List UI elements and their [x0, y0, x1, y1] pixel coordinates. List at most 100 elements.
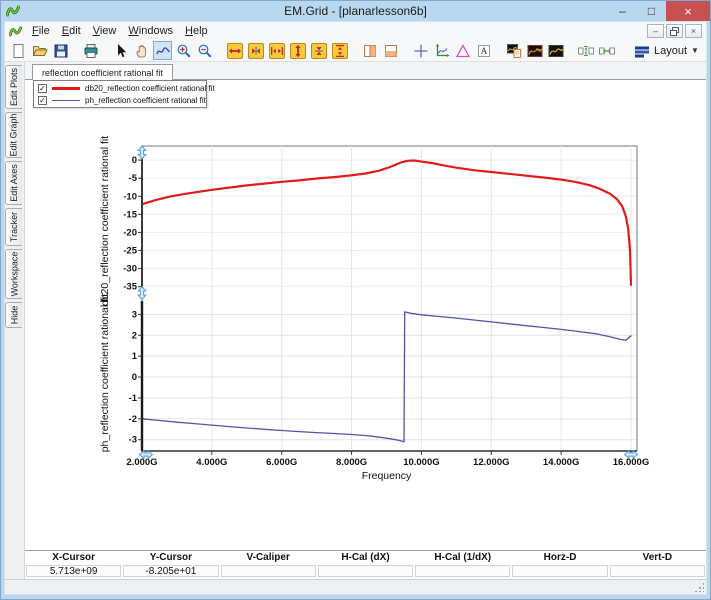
status-value [512, 565, 607, 577]
status-value: 5.713e+09 [26, 565, 121, 577]
svg-text:12.000G: 12.000G [473, 457, 509, 468]
save-icon[interactable] [51, 41, 70, 60]
new-document-icon[interactable] [9, 41, 28, 60]
menu-view[interactable]: View [87, 23, 123, 39]
layout-caret-icon: ▼ [691, 46, 699, 55]
app-window: EM.Grid - [planarlesson6b] – □ × FileEdi… [0, 0, 711, 600]
pointer-icon[interactable] [111, 41, 130, 60]
mdi-close-button[interactable]: × [685, 24, 702, 38]
horizontal-spacing-icon[interactable] [597, 41, 616, 60]
window-minimize-button[interactable]: – [608, 1, 637, 21]
status-header: Horz-D [511, 551, 608, 564]
svg-text:4.000G: 4.000G [196, 457, 227, 468]
document-logo-icon [9, 25, 22, 38]
legend-checkbox[interactable]: ✓ [38, 96, 47, 105]
svg-text:10.000G: 10.000G [403, 457, 439, 468]
mdi-minimize-button[interactable]: – [647, 24, 664, 38]
zoom-in-icon[interactable] [174, 41, 193, 60]
sidebar-tab-edit-plots[interactable]: Edit Plots [5, 65, 22, 109]
layout-bars-icon [634, 43, 650, 59]
cursor-readout-table: X-CursorY-CursorV-CaliperH-Cal (dX)H-Cal… [25, 550, 706, 579]
svg-text:-5: -5 [129, 173, 138, 184]
vertical-spacing-icon[interactable] [576, 41, 595, 60]
svg-text:3: 3 [132, 309, 137, 320]
sidebar-tab-hide[interactable]: Hide [5, 302, 22, 328]
copy-plot-icon[interactable] [504, 41, 523, 60]
legend-box[interactable]: ✓db20_reflection coefficient rational fi… [33, 80, 207, 108]
open-file-icon[interactable] [30, 41, 49, 60]
resize-grip[interactable] [694, 582, 704, 592]
menu-help[interactable]: Help [179, 23, 214, 39]
status-header: Vert-D [609, 551, 706, 564]
sidebar-tab-edit-graph[interactable]: Edit Graph [5, 112, 22, 158]
sidebar: Edit Plots Edit Graph Edit Axes Tracker Work… [5, 62, 24, 579]
pan-hand-icon[interactable] [132, 41, 151, 60]
vertical-split-icon[interactable] [360, 41, 379, 60]
document-tab[interactable]: reflection coefficient rational fit [32, 64, 173, 80]
plot-single-icon[interactable] [546, 41, 565, 60]
status-value [610, 565, 705, 577]
status-strip [5, 579, 706, 594]
text-label-icon[interactable]: A [474, 41, 493, 60]
horizontal-split-icon[interactable] [381, 41, 400, 60]
menu-bar: FileEditViewWindowsHelp – × [5, 22, 706, 40]
crosshair-icon[interactable] [411, 41, 430, 60]
legend-label: db20_reflection coefficient rational fit [85, 84, 215, 93]
legend-line-sample [52, 87, 80, 90]
axes-icon[interactable] [432, 41, 451, 60]
svg-text:-15: -15 [123, 209, 137, 220]
delta-marker-icon[interactable] [453, 41, 472, 60]
svg-text:0: 0 [132, 372, 137, 383]
sidebar-tab-tracker[interactable]: Tracker [5, 208, 22, 246]
shrink-x-icon[interactable] [246, 41, 265, 60]
svg-text:-3: -3 [129, 435, 137, 446]
sidebar-tab-edit-axes[interactable]: Edit Axes [5, 161, 22, 205]
zoom-region-icon[interactable] [153, 41, 172, 60]
window-close-button[interactable]: × [666, 1, 710, 21]
window-title: EM.Grid - [planarlesson6b] [1, 4, 710, 18]
sidebar-tab-workspace[interactable]: Workspace [5, 249, 22, 299]
svg-text:8.000G: 8.000G [336, 457, 367, 468]
app-body: FileEditViewWindowsHelp – × A Layout ▼ Ed… [4, 21, 707, 595]
shrink-y-icon[interactable] [309, 41, 328, 60]
expand-y-icon[interactable] [288, 41, 307, 60]
toolbar: A Layout ▼ [5, 40, 706, 62]
menu-file[interactable]: File [26, 23, 56, 39]
document-tab-bar: reflection coefficient rational fit [25, 62, 706, 80]
svg-text:0: 0 [132, 155, 137, 166]
menu-windows[interactable]: Windows [122, 23, 179, 39]
status-value [221, 565, 316, 577]
window-maximize-button[interactable]: □ [637, 1, 666, 21]
zoom-out-icon[interactable] [195, 41, 214, 60]
svg-text:14.000G: 14.000G [543, 457, 579, 468]
status-value: -8.205e+01 [123, 565, 218, 577]
status-value [415, 565, 510, 577]
layout-button[interactable]: Layout ▼ [629, 42, 704, 60]
emgrid-logo-icon [6, 4, 20, 18]
svg-text:1: 1 [132, 351, 138, 362]
legend-checkbox[interactable]: ✓ [38, 84, 47, 93]
svg-text:2: 2 [132, 330, 137, 341]
svg-text:-20: -20 [123, 227, 137, 238]
fit-y-icon[interactable] [330, 41, 349, 60]
svg-text:16.000G: 16.000G [613, 457, 649, 468]
svg-text:-1: -1 [129, 393, 138, 404]
ph-axis-title: ph_reflection coefficient rational fit [99, 294, 111, 453]
mdi-restore-button[interactable] [666, 24, 683, 38]
expand-x-icon[interactable] [225, 41, 244, 60]
content-panel: reflection coefficient rational fit 0 -5 -… [24, 62, 706, 579]
layout-button-label: Layout [654, 45, 687, 57]
legend-label: ph_reflection coefficient rational fit [85, 96, 206, 105]
fit-x-icon[interactable] [267, 41, 286, 60]
status-header: H-Cal (dX) [317, 551, 414, 564]
db20-axis-title: db20_reflection coefficient rational fit [99, 136, 111, 306]
print-icon[interactable] [81, 41, 100, 60]
status-header: X-Cursor [25, 551, 122, 564]
chart-svg: 0-5-10-15-20-25-30-353210-1-2-32.000G4.0… [25, 80, 706, 550]
plot-dual-icon[interactable] [525, 41, 544, 60]
svg-text:6.000G: 6.000G [266, 457, 297, 468]
menu-edit[interactable]: Edit [56, 23, 87, 39]
status-header: H-Cal (1/dX) [414, 551, 511, 564]
plot-region: 0-5-10-15-20-25-30-353210-1-2-32.000G4.0… [25, 80, 706, 550]
legend-entry: ✓db20_reflection coefficient rational fi… [34, 82, 206, 94]
